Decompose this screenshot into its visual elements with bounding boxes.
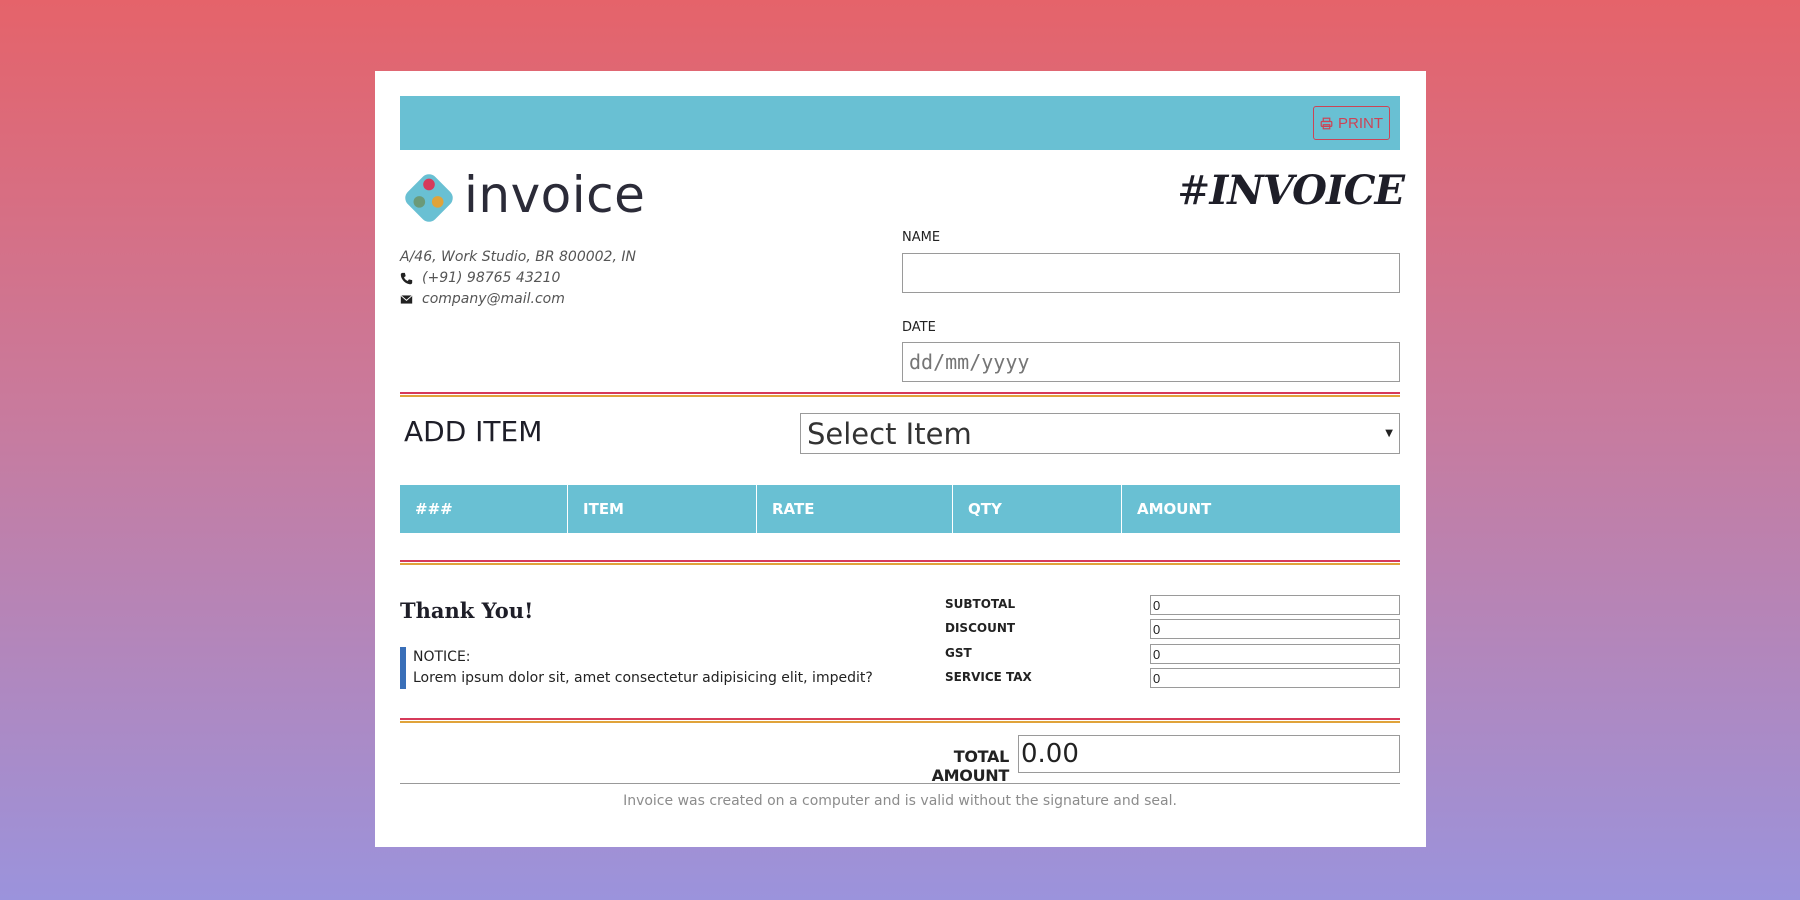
thank-you-heading: Thank You! xyxy=(400,598,534,623)
discount-label: DISCOUNT xyxy=(945,621,1016,635)
items-table-header: ### ITEM RATE QTY AMOUNT xyxy=(400,485,1400,533)
company-phone: (+91) 98765 43210 xyxy=(422,270,561,286)
total-amount-label: TOTAL AMOUNT xyxy=(931,747,1010,785)
chevron-down-icon: ▼ xyxy=(1385,428,1393,439)
divider xyxy=(400,560,1400,565)
column-rate: RATE xyxy=(757,485,953,533)
company-contact: A/46, Work Studio, BR 800002, IN (+91) 9… xyxy=(400,247,636,310)
invoice-title-hash: # xyxy=(1177,168,1211,214)
notice-text: Lorem ipsum dolor sit, amet consectetur … xyxy=(413,670,873,686)
logo-text: invoice xyxy=(464,166,646,224)
gst-label: GST xyxy=(945,646,972,660)
subtotal-label: SUBTOTAL xyxy=(945,597,1016,611)
company-email: company@mail.com xyxy=(422,291,565,307)
company-phone-row: (+91) 98765 43210 xyxy=(400,268,636,289)
company-logo: invoice xyxy=(400,169,645,227)
item-select[interactable]: Select Item ▼ xyxy=(800,413,1400,454)
print-label: PRINT xyxy=(1338,114,1383,132)
item-select-value: Select Item xyxy=(807,416,972,451)
name-input[interactable] xyxy=(902,253,1400,293)
invoice-title: #INVOICE xyxy=(1177,167,1405,214)
gst-input[interactable] xyxy=(1150,644,1400,664)
divider xyxy=(400,392,1400,397)
company-address: A/46, Work Studio, BR 800002, IN xyxy=(400,249,636,265)
service-tax-input[interactable] xyxy=(1150,668,1400,688)
notice-title: NOTICE: xyxy=(413,649,471,665)
envelope-icon xyxy=(400,293,422,306)
column-qty: QTY xyxy=(953,485,1122,533)
add-item-heading: ADD ITEM xyxy=(404,415,543,448)
date-label: DATE xyxy=(902,320,936,335)
print-button[interactable]: PRINT xyxy=(1313,106,1390,140)
total-amount-input[interactable] xyxy=(1018,735,1400,773)
invoice-sheet: PRINT invoice #INVOICE A/46, Work Studio… xyxy=(375,71,1426,847)
column-amount: AMOUNT xyxy=(1137,500,1212,518)
discount-input[interactable] xyxy=(1150,619,1400,639)
logo-mark-icon xyxy=(405,174,453,222)
date-input[interactable] xyxy=(902,342,1400,382)
service-tax-label: SERVICE TAX xyxy=(945,670,1032,684)
divider xyxy=(400,718,1400,723)
printer-icon xyxy=(1320,117,1333,129)
top-bar: PRINT xyxy=(400,96,1400,150)
notice-block: NOTICE: Lorem ipsum dolor sit, amet cons… xyxy=(400,647,873,689)
subtotal-input[interactable] xyxy=(1150,595,1400,615)
validity-note: Invoice was created on a computer and is… xyxy=(623,793,1177,809)
footer-rule xyxy=(400,783,1400,784)
name-label: NAME xyxy=(902,230,941,245)
column-number: ### xyxy=(400,485,568,533)
phone-icon xyxy=(400,272,422,285)
invoice-title-word: INVOICE xyxy=(1209,167,1405,214)
column-item: ITEM xyxy=(568,485,757,533)
company-email-row: company@mail.com xyxy=(400,289,636,310)
